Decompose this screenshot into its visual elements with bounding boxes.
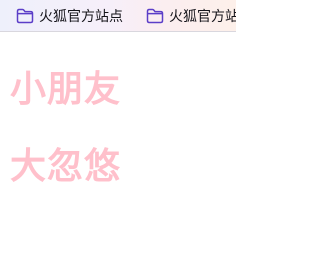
bookmark-folder-2[interactable]: 火狐官方站点 <box>146 5 236 27</box>
headline-line-1: 小朋友 <box>10 69 122 110</box>
bookmark-label: 火狐官方站点 <box>39 9 123 25</box>
bookmarks-toolbar: 火狐官方站点 火狐官方站点 <box>0 0 236 32</box>
bookmark-label: 火狐官方站点 <box>169 9 236 25</box>
folder-icon <box>146 8 164 24</box>
page-content: 小朋友 大忽悠 <box>0 32 236 271</box>
folder-icon <box>16 8 34 24</box>
bookmark-folder-1[interactable]: 火狐官方站点 <box>16 5 123 27</box>
headline-line-2: 大忽悠 <box>10 146 122 187</box>
